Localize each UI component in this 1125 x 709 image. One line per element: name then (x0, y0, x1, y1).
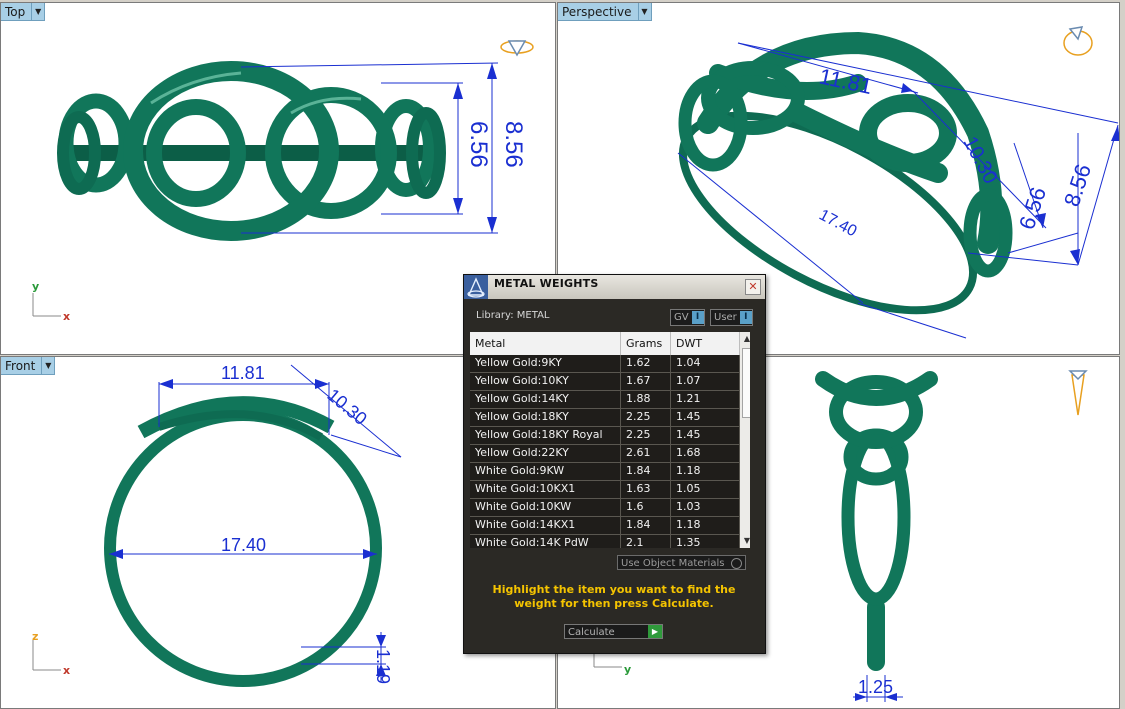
dim-top-outer: 8.56 (500, 121, 527, 168)
hint-text: Highlight the item you want to find the … (492, 583, 736, 610)
cell-dwt: 1.68 (671, 445, 740, 462)
gv-toggle-label: GV (674, 312, 689, 323)
library-label: Library: METAL (476, 310, 550, 321)
cell-metal: Yellow Gold:18KY Royal (470, 427, 621, 444)
calculate-label: Calculate (568, 627, 615, 638)
cell-grams: 1.63 (621, 481, 671, 498)
cell-grams: 1.62 (621, 355, 671, 372)
calculate-button[interactable]: Calculate ▶ (564, 624, 663, 639)
cell-grams: 2.25 (621, 427, 671, 444)
chevron-down-icon[interactable]: ▼ (41, 357, 54, 374)
cell-dwt: 1.21 (671, 391, 740, 408)
close-icon[interactable]: ✕ (745, 279, 761, 295)
dim-persp-inner: 6.56 (1014, 184, 1051, 232)
dim-front-dia: 17.40 (221, 535, 266, 555)
table-row[interactable]: White Gold:10KW 1.6 1.03 (470, 499, 740, 517)
axis-label-x: x (63, 310, 70, 323)
cell-dwt: 1.04 (671, 355, 740, 372)
table-row[interactable]: White Gold:14K PdW 2.1 1.35 (470, 535, 740, 548)
cell-metal: White Gold:14K PdW (470, 535, 621, 548)
table-row[interactable]: White Gold:9KW 1.84 1.18 (470, 463, 740, 481)
user-toggle[interactable]: User I (710, 309, 753, 326)
dim-persp-dia: 17.40 (816, 207, 859, 241)
metal-table[interactable]: Metal Grams DWT Yellow Gold:9KY 1.62 1.04 … (470, 332, 750, 548)
cell-metal: White Gold:10KX1 (470, 481, 621, 498)
use-object-materials-toggle[interactable]: Use Object Materials (617, 555, 746, 570)
cell-grams: 1.84 (621, 517, 671, 534)
cell-grams: 1.88 (621, 391, 671, 408)
table-row[interactable]: White Gold:14KX1 1.84 1.18 (470, 517, 740, 535)
chevron-down-icon[interactable]: ▼ (31, 3, 44, 20)
viewport-label-perspective: Perspective (562, 4, 632, 19)
ring-view-icon (1068, 370, 1088, 416)
cell-metal: White Gold:10KW (470, 499, 621, 516)
cell-metal: Yellow Gold:10KY (470, 373, 621, 390)
cell-dwt: 1.03 (671, 499, 740, 516)
cell-dwt: 1.07 (671, 373, 740, 390)
axis-label-z: z (32, 630, 38, 643)
cell-metal: White Gold:9KW (470, 463, 621, 480)
app-logo-icon (464, 275, 488, 299)
cell-metal: Yellow Gold:9KY (470, 355, 621, 372)
table-row[interactable]: Yellow Gold:18KY Royal 2.25 1.45 (470, 427, 740, 445)
scroll-down-icon[interactable]: ▼ (740, 534, 750, 548)
viewport-tab-top[interactable]: Top ▼ (1, 3, 46, 21)
ring-view-icon (1063, 26, 1093, 56)
cell-metal: Yellow Gold:22KY (470, 445, 621, 462)
dim-persp-outer: 8.56 (1059, 161, 1096, 209)
cell-metal: White Gold:14KX1 (470, 517, 621, 534)
viewport-tab-perspective[interactable]: Perspective ▼ (558, 3, 652, 21)
axis-label-y: y (32, 280, 39, 293)
table-row[interactable]: Yellow Gold:10KY 1.67 1.07 (470, 373, 740, 391)
metal-weights-panel[interactable]: METAL WEIGHTS ✕ Library: METAL GV I User… (463, 274, 766, 654)
ring-view-icon (500, 40, 534, 57)
cell-dwt: 1.18 (671, 517, 740, 534)
axis-label-x: x (63, 664, 70, 677)
table-row[interactable]: Yellow Gold:9KY 1.62 1.04 (470, 355, 740, 373)
col-header-grams[interactable]: Grams (621, 332, 671, 355)
play-icon: ▶ (648, 625, 662, 638)
cell-grams: 1.6 (621, 499, 671, 516)
dim-front-width: 11.81 (221, 363, 265, 383)
scroll-up-icon[interactable]: ▲ (740, 332, 750, 346)
cell-metal: Yellow Gold:14KY (470, 391, 621, 408)
cell-grams: 2.61 (621, 445, 671, 462)
col-header-metal[interactable]: Metal (470, 332, 621, 355)
cell-dwt: 1.05 (671, 481, 740, 498)
cell-grams: 1.67 (621, 373, 671, 390)
chevron-down-icon[interactable]: ▼ (637, 3, 651, 20)
cell-grams: 1.84 (621, 463, 671, 480)
cell-grams: 2.25 (621, 409, 671, 426)
cell-dwt: 1.45 (671, 409, 740, 426)
cell-grams: 2.1 (621, 535, 671, 548)
cell-dwt: 1.18 (671, 463, 740, 480)
gv-toggle[interactable]: GV I (670, 309, 705, 326)
table-rows: Yellow Gold:9KY 1.62 1.04 Yellow Gold:10KY… (470, 355, 740, 548)
panel-title-bar[interactable]: METAL WEIGHTS ✕ (464, 275, 765, 299)
radio-icon[interactable] (731, 558, 742, 569)
dim-top-inner: 6.56 (465, 121, 492, 168)
cell-dwt: 1.45 (671, 427, 740, 444)
table-row[interactable]: Yellow Gold:14KY 1.88 1.21 (470, 391, 740, 409)
table-header: Metal Grams DWT (470, 332, 740, 355)
axis-label-y: y (624, 663, 631, 676)
table-row[interactable]: Yellow Gold:22KY 2.61 1.68 (470, 445, 740, 463)
cell-dwt: 1.35 (671, 535, 740, 548)
table-scrollbar[interactable]: ▲ ▼ (740, 332, 750, 548)
dim-right-shank: 1.25 (858, 677, 893, 697)
use-object-materials-label: Use Object Materials (621, 558, 725, 569)
cell-metal: Yellow Gold:18KY (470, 409, 621, 426)
viewport-label-front: Front (5, 358, 36, 373)
user-toggle-label: User (714, 312, 737, 323)
table-row[interactable]: White Gold:10KX1 1.63 1.05 (470, 481, 740, 499)
viewport-tab-front[interactable]: Front ▼ (1, 357, 56, 375)
scrollbar-thumb[interactable] (742, 348, 750, 418)
viewport-label-top: Top (5, 4, 26, 19)
toggle-indicator-icon: I (739, 311, 752, 324)
panel-title: METAL WEIGHTS (494, 277, 599, 290)
toggle-indicator-icon: I (691, 311, 704, 324)
dim-front-thick: 1.19 (373, 649, 393, 684)
table-row[interactable]: Yellow Gold:18KY 2.25 1.45 (470, 409, 740, 427)
col-header-dwt[interactable]: DWT (671, 332, 740, 355)
